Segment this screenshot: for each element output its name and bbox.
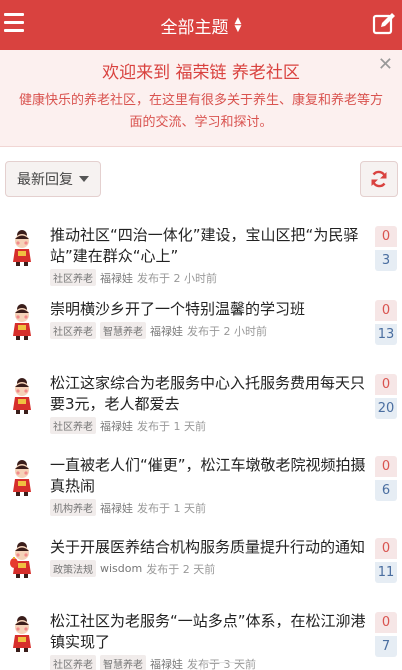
- welcome-heading: 欢迎来到 福荣链 养老社区: [102, 63, 300, 83]
- topic-tag[interactable]: 社区养老: [50, 655, 96, 670]
- topic-tag[interactable]: 智慧养老: [100, 322, 146, 339]
- chevron-down-icon: [79, 176, 89, 182]
- topic-time: 发布于 2 小时前: [187, 324, 267, 338]
- like-count-badge: 0: [375, 226, 397, 247]
- welcome-banner: 欢迎来到 福荣链 养老社区 健康快乐的养老社区，在这里有很多关于养生、康复和养老…: [0, 50, 402, 147]
- topic-title[interactable]: 松江社区为老服务“一站多点”体系，在松江泖港镇实现了: [50, 611, 368, 653]
- topic-row[interactable]: 崇明横沙乡开了一个特别温馨的学习班 社区养老 智慧养老 福禄娃 发布于 2 小时前 0 13: [0, 286, 402, 358]
- sort-label: 最新回复: [17, 172, 73, 188]
- topic-time: 发布于 1 天前: [137, 419, 206, 433]
- topic-tag[interactable]: 智慧养老: [100, 655, 146, 670]
- sort-dropdown-button[interactable]: 最新回复: [5, 161, 101, 197]
- reply-count-badge: 3: [375, 250, 397, 271]
- topic-meta: 社区养老 福禄娃 发布于 1 天前: [50, 417, 368, 434]
- topic-time: 发布于 1 天前: [137, 501, 206, 515]
- topic-counts: 07: [375, 612, 397, 657]
- refresh-icon: [371, 170, 387, 188]
- reply-count-badge: 11: [375, 562, 397, 583]
- topic-row[interactable]: 松江社区为老服务“一站多点”体系，在松江泖港镇实现了 社区养老 智慧养老 福禄娃 发布于…: [0, 598, 402, 670]
- topic-title[interactable]: 关于开展医养结合机构服务质量提升行动的通知: [50, 537, 368, 558]
- topic-author[interactable]: wisdom: [100, 562, 142, 575]
- lantern-doll-avatar[interactable]: [9, 541, 35, 579]
- topic-tag[interactable]: 社区养老: [50, 322, 96, 339]
- refresh-button[interactable]: [360, 161, 398, 197]
- doll-avatar[interactable]: [9, 459, 35, 497]
- topic-tag[interactable]: 社区养老: [50, 417, 96, 434]
- doll-avatar[interactable]: [9, 377, 35, 415]
- topic-row[interactable]: 一直被老人们“催更”，松江车墩敬老院视频拍摄真热闹机构养老 福禄娃 发布于 1 天前…: [0, 442, 402, 522]
- topic-author[interactable]: 福禄娃: [100, 270, 133, 286]
- topic-body: 推动社区“四治一体化”建设，宝山区把“为民驿站”建在群众“心上” 社区养老 福禄娃发…: [50, 225, 368, 286]
- compose-icon[interactable]: [372, 12, 396, 36]
- topic-body: 关于开展医养结合机构服务质量提升行动的通知政策法规 wisdom 发布于 2 天前: [50, 537, 368, 577]
- partial-element-peek: [200, 662, 250, 670]
- topic-counts: 03: [375, 226, 397, 271]
- page-title: 全部主题: [160, 17, 229, 38]
- sort-caret-icon: ▲ ▼: [234, 16, 242, 34]
- like-count-badge: 0: [375, 538, 397, 559]
- topic-body: 一直被老人们“催更”，松江车墩敬老院视频拍摄真热闹机构养老 福禄娃 发布于 1 天前: [50, 455, 368, 516]
- topic-meta: 社区养老 福禄娃 发布于 2 小时前: [50, 269, 368, 286]
- topic-time: 发布于 2 小时前: [137, 271, 217, 285]
- topic-counts: 06: [375, 456, 397, 501]
- like-count-badge: 0: [375, 456, 397, 477]
- like-count-badge: 0: [375, 374, 397, 395]
- topic-title[interactable]: 一直被老人们“催更”，松江车墩敬老院视频拍摄真热闹: [50, 455, 368, 497]
- topic-body: 松江这家综合为老服务中心入托服务费用每天只要3元，老人都爱去社区养老 福禄娃 发布于…: [50, 373, 368, 434]
- welcome-description: 健康快乐的养老社区，在这里有很多关于养生、康复和养老等方面的交流、学习和探讨。: [18, 93, 383, 130]
- topic-title[interactable]: 推动社区“四治一体化”建设，宝山区把“为民驿站”建在群众“心上”: [50, 225, 368, 267]
- topic-counts: 0 13: [375, 300, 397, 345]
- topic-title[interactable]: 崇明横沙乡开了一个特别温馨的学习班: [50, 299, 368, 320]
- topic-body: 崇明横沙乡开了一个特别温馨的学习班社区养老 智慧养老 福禄娃 发布于 2 小时前: [50, 299, 368, 339]
- reply-count-badge: 6: [375, 480, 397, 501]
- reply-count-badge: 13: [375, 324, 397, 345]
- doll-avatar[interactable]: [9, 303, 35, 341]
- reply-count-badge: 20: [375, 398, 397, 419]
- topic-author[interactable]: 福禄娃: [150, 656, 183, 670]
- topic-meta: 机构养老 福禄娃 发布于 1 天前: [50, 499, 368, 516]
- close-icon[interactable]: ✕: [378, 54, 393, 75]
- topic-list: 推动社区“四治一体化”建设，宝山区把“为民驿站”建在群众“心上” 社区养老 福禄娃发…: [0, 212, 402, 670]
- topic-tag[interactable]: 社区养老: [50, 269, 96, 286]
- topic-tag[interactable]: 机构养老: [50, 499, 96, 516]
- like-count-badge: 0: [375, 300, 397, 321]
- doll-avatar[interactable]: [9, 229, 35, 267]
- like-count-badge: 0: [375, 612, 397, 633]
- topic-tag[interactable]: 政策法规: [50, 560, 96, 577]
- topic-filter-dropdown[interactable]: 全部主题 ▲ ▼: [161, 13, 242, 38]
- topic-row[interactable]: 松江这家综合为老服务中心入托服务费用每天只要3元，老人都爱去社区养老 福禄娃 发布于…: [0, 360, 402, 440]
- topic-author[interactable]: 福禄娃: [100, 500, 133, 516]
- doll-avatar[interactable]: [9, 615, 35, 653]
- topic-author[interactable]: 福禄娃: [150, 323, 183, 339]
- hamburger-menu-icon[interactable]: [4, 13, 24, 35]
- topic-counts: 0 20: [375, 374, 397, 419]
- topic-row[interactable]: 关于开展医养结合机构服务质量提升行动的通知政策法规 wisdom 发布于 2 天前 0…: [0, 524, 402, 596]
- top-navigation-bar: 全部主题 ▲ ▼: [0, 0, 402, 50]
- topic-time: 发布于 2 天前: [146, 562, 216, 576]
- topic-title[interactable]: 松江这家综合为老服务中心入托服务费用每天只要3元，老人都爱去: [50, 373, 368, 415]
- reply-count-badge: 7: [375, 636, 397, 657]
- topic-row[interactable]: 推动社区“四治一体化”建设，宝山区把“为民驿站”建在群众“心上” 社区养老 福禄娃发…: [0, 212, 402, 286]
- topic-author[interactable]: 福禄娃: [100, 418, 133, 434]
- topic-meta: 政策法规 wisdom 发布于 2 天前: [50, 560, 368, 577]
- topic-counts: 0 11: [375, 538, 397, 583]
- list-toolbar: 最新回复: [0, 147, 402, 208]
- topic-meta: 社区养老 智慧养老 福禄娃 发布于 2 小时前: [50, 322, 368, 339]
